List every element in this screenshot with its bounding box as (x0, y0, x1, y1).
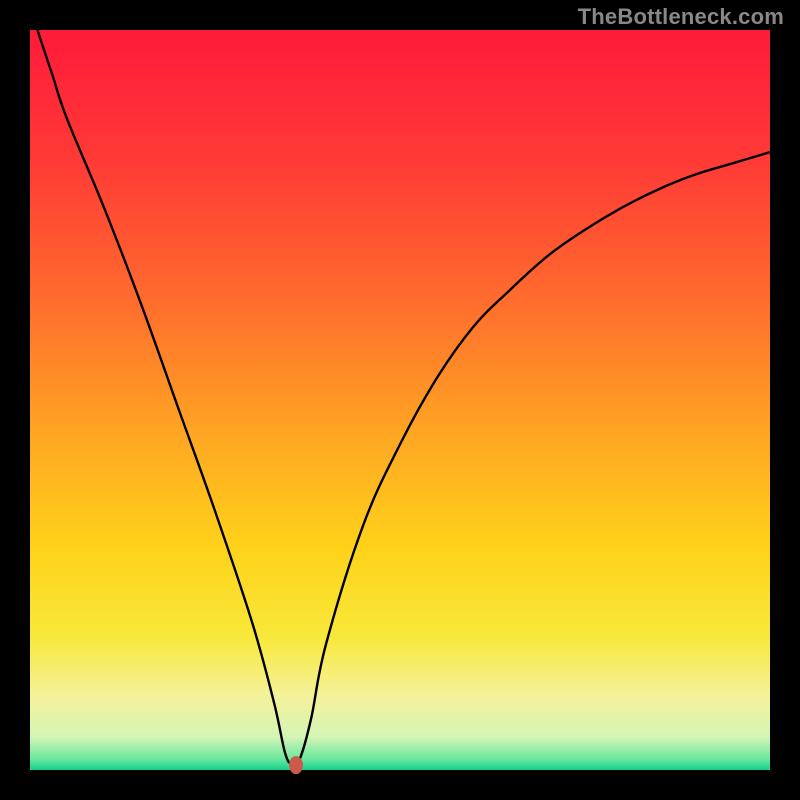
chart-frame: TheBottleneck.com (0, 0, 800, 800)
bottleneck-curve-svg (30, 30, 770, 770)
watermark-text: TheBottleneck.com (578, 4, 784, 30)
bottleneck-curve (37, 30, 770, 765)
optimal-point-marker (289, 756, 303, 774)
plot-area (30, 30, 770, 770)
